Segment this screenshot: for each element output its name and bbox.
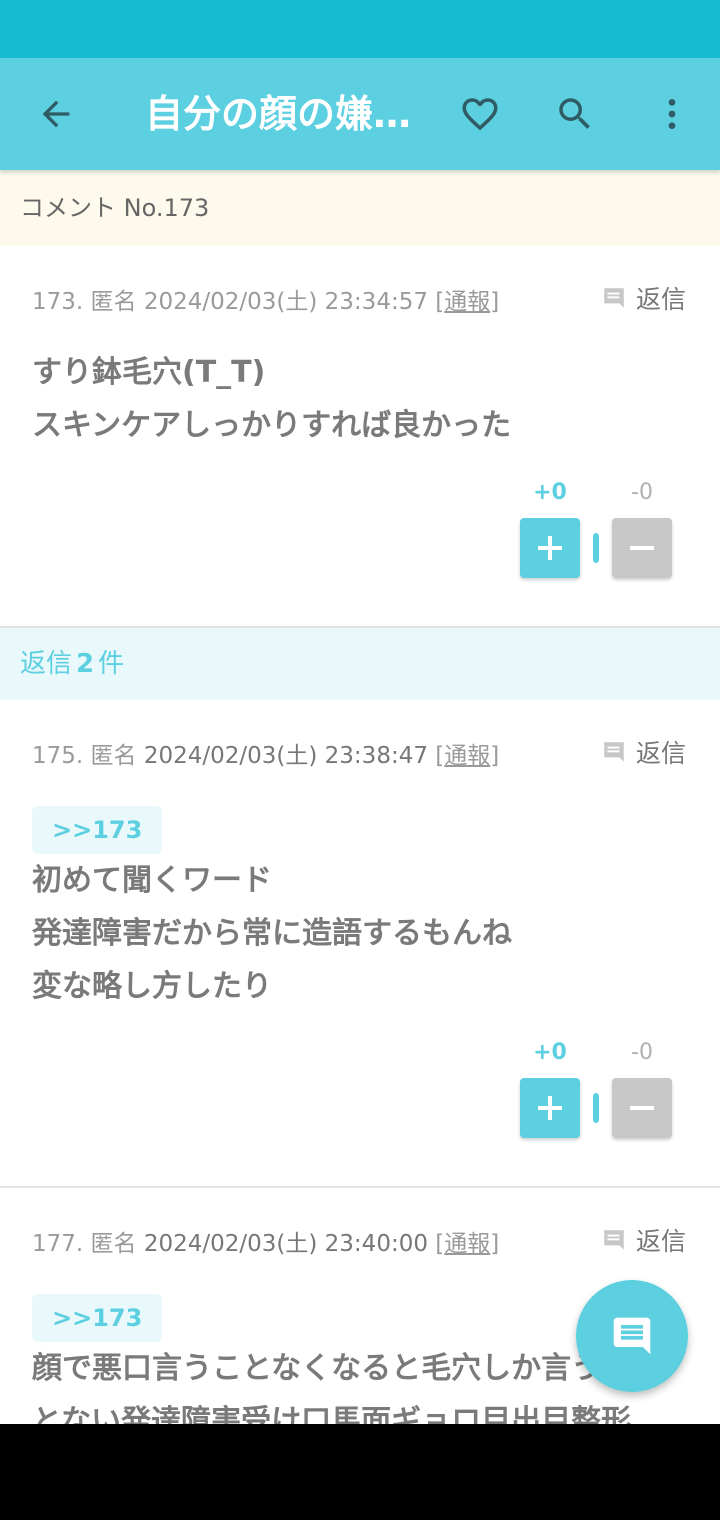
- plus-icon: [538, 1096, 562, 1120]
- comment-item: 175. 匿名 2024/02/03(土) 23:38:47 [通報] 返信 >…: [0, 700, 720, 1186]
- comment-line: 初めて聞くワード: [32, 863, 272, 898]
- heart-outline-icon: [462, 98, 498, 131]
- plus-button[interactable]: [520, 1078, 580, 1138]
- reply-icon: [604, 288, 624, 308]
- comment-date: 2024/02/03(土) 23:34:57: [143, 289, 428, 315]
- comment-number: 177.: [32, 1231, 84, 1257]
- report-bracket: [: [435, 1231, 445, 1257]
- back-button[interactable]: [30, 88, 82, 140]
- comment-date: 2024/02/03(土) 23:40:00: [143, 1231, 428, 1257]
- report-bracket: ]: [490, 289, 500, 315]
- report-bracket: [: [435, 743, 445, 769]
- comment-meta: 173. 匿名 2024/02/03(土) 23:34:57 [通報]: [32, 282, 499, 316]
- replies-prefix: 返信: [20, 649, 73, 679]
- replies-count: 2: [76, 649, 95, 679]
- more-vertical-icon: [668, 99, 676, 129]
- search-button[interactable]: [549, 88, 601, 140]
- minus-icon: [630, 1106, 654, 1110]
- comment-line: とない発達障害受け口馬面ギョロ目出目整形: [32, 1404, 632, 1424]
- status-bar: [0, 0, 720, 58]
- favorite-button[interactable]: [454, 88, 506, 140]
- system-navigation-bar: [0, 1424, 720, 1520]
- reply-label: 返信: [636, 1227, 687, 1256]
- search-icon: [559, 98, 590, 129]
- plus-count: +0: [533, 1040, 567, 1065]
- report-link[interactable]: 通報: [444, 743, 490, 769]
- comment-line: スキンケアしっかりすれば良かった: [32, 408, 512, 443]
- minus-icon: [630, 546, 654, 550]
- comment-number-header: コメント No.173: [0, 170, 720, 246]
- reply-label: 返信: [636, 285, 687, 314]
- post-comment-button[interactable]: [576, 1280, 688, 1392]
- reply-button[interactable]: 返信: [600, 1222, 686, 1258]
- plus-icon: [538, 536, 562, 560]
- report-link[interactable]: 通報: [444, 289, 490, 315]
- minus-count: -0: [631, 480, 653, 505]
- reply-label: 返信: [636, 739, 687, 768]
- vote-ratio-bar: [593, 533, 599, 563]
- report-link[interactable]: 通報: [444, 1231, 490, 1257]
- reply-icon: [604, 1230, 624, 1250]
- comment-author: 匿名: [90, 289, 137, 315]
- report-bracket: ]: [490, 1231, 500, 1257]
- comment-number: 175.: [32, 743, 84, 769]
- minus-count: -0: [631, 1040, 653, 1065]
- plus-count: +0: [533, 480, 567, 505]
- comment-line: すり鉢毛穴(T_T): [32, 355, 266, 390]
- comment-line: 顔で悪口言うことなくなると毛穴しか言うこ: [32, 1351, 632, 1386]
- reply-icon: [604, 742, 624, 762]
- comment-date: 2024/02/03(土) 23:38:47: [143, 743, 428, 769]
- minus-button[interactable]: [612, 518, 672, 578]
- vote-ratio-bar: [593, 1093, 599, 1123]
- comment-line: 変な略し方したり: [32, 969, 272, 1004]
- reply-button[interactable]: 返信: [600, 280, 686, 316]
- comment-author: 匿名: [90, 743, 137, 769]
- anchor-link[interactable]: >>173: [32, 1294, 163, 1342]
- comment-meta: 175. 匿名 2024/02/03(土) 23:38:47 [通報]: [32, 736, 499, 770]
- report-bracket: [: [435, 289, 445, 315]
- comment-line: 発達障害だから常に造語するもんね: [32, 916, 512, 951]
- comment-number: 173.: [32, 289, 84, 315]
- replies-header: 返信 2 件: [0, 628, 720, 700]
- comment-meta: 177. 匿名 2024/02/03(土) 23:40:00 [通報]: [32, 1224, 499, 1258]
- page-title: 自分の顔の嫌…: [145, 92, 412, 136]
- arrow-left-icon: [42, 100, 70, 128]
- more-options-button[interactable]: [646, 88, 698, 140]
- anchor-link[interactable]: >>173: [32, 806, 163, 854]
- app-bar: 自分の顔の嫌…: [0, 58, 720, 170]
- reply-button[interactable]: 返信: [600, 734, 686, 770]
- screen: 自分の顔の嫌… コメント No.173 173. 匿名 2024/02/03(土…: [0, 0, 720, 1424]
- replies-suffix: 件: [98, 649, 125, 679]
- minus-button[interactable]: [612, 1078, 672, 1138]
- comment-icon: [613, 1317, 651, 1355]
- plus-button[interactable]: [520, 518, 580, 578]
- report-bracket: ]: [490, 743, 500, 769]
- comment-item: 173. 匿名 2024/02/03(土) 23:34:57 [通報] 返信 す…: [0, 246, 720, 626]
- comment-author: 匿名: [90, 1231, 137, 1257]
